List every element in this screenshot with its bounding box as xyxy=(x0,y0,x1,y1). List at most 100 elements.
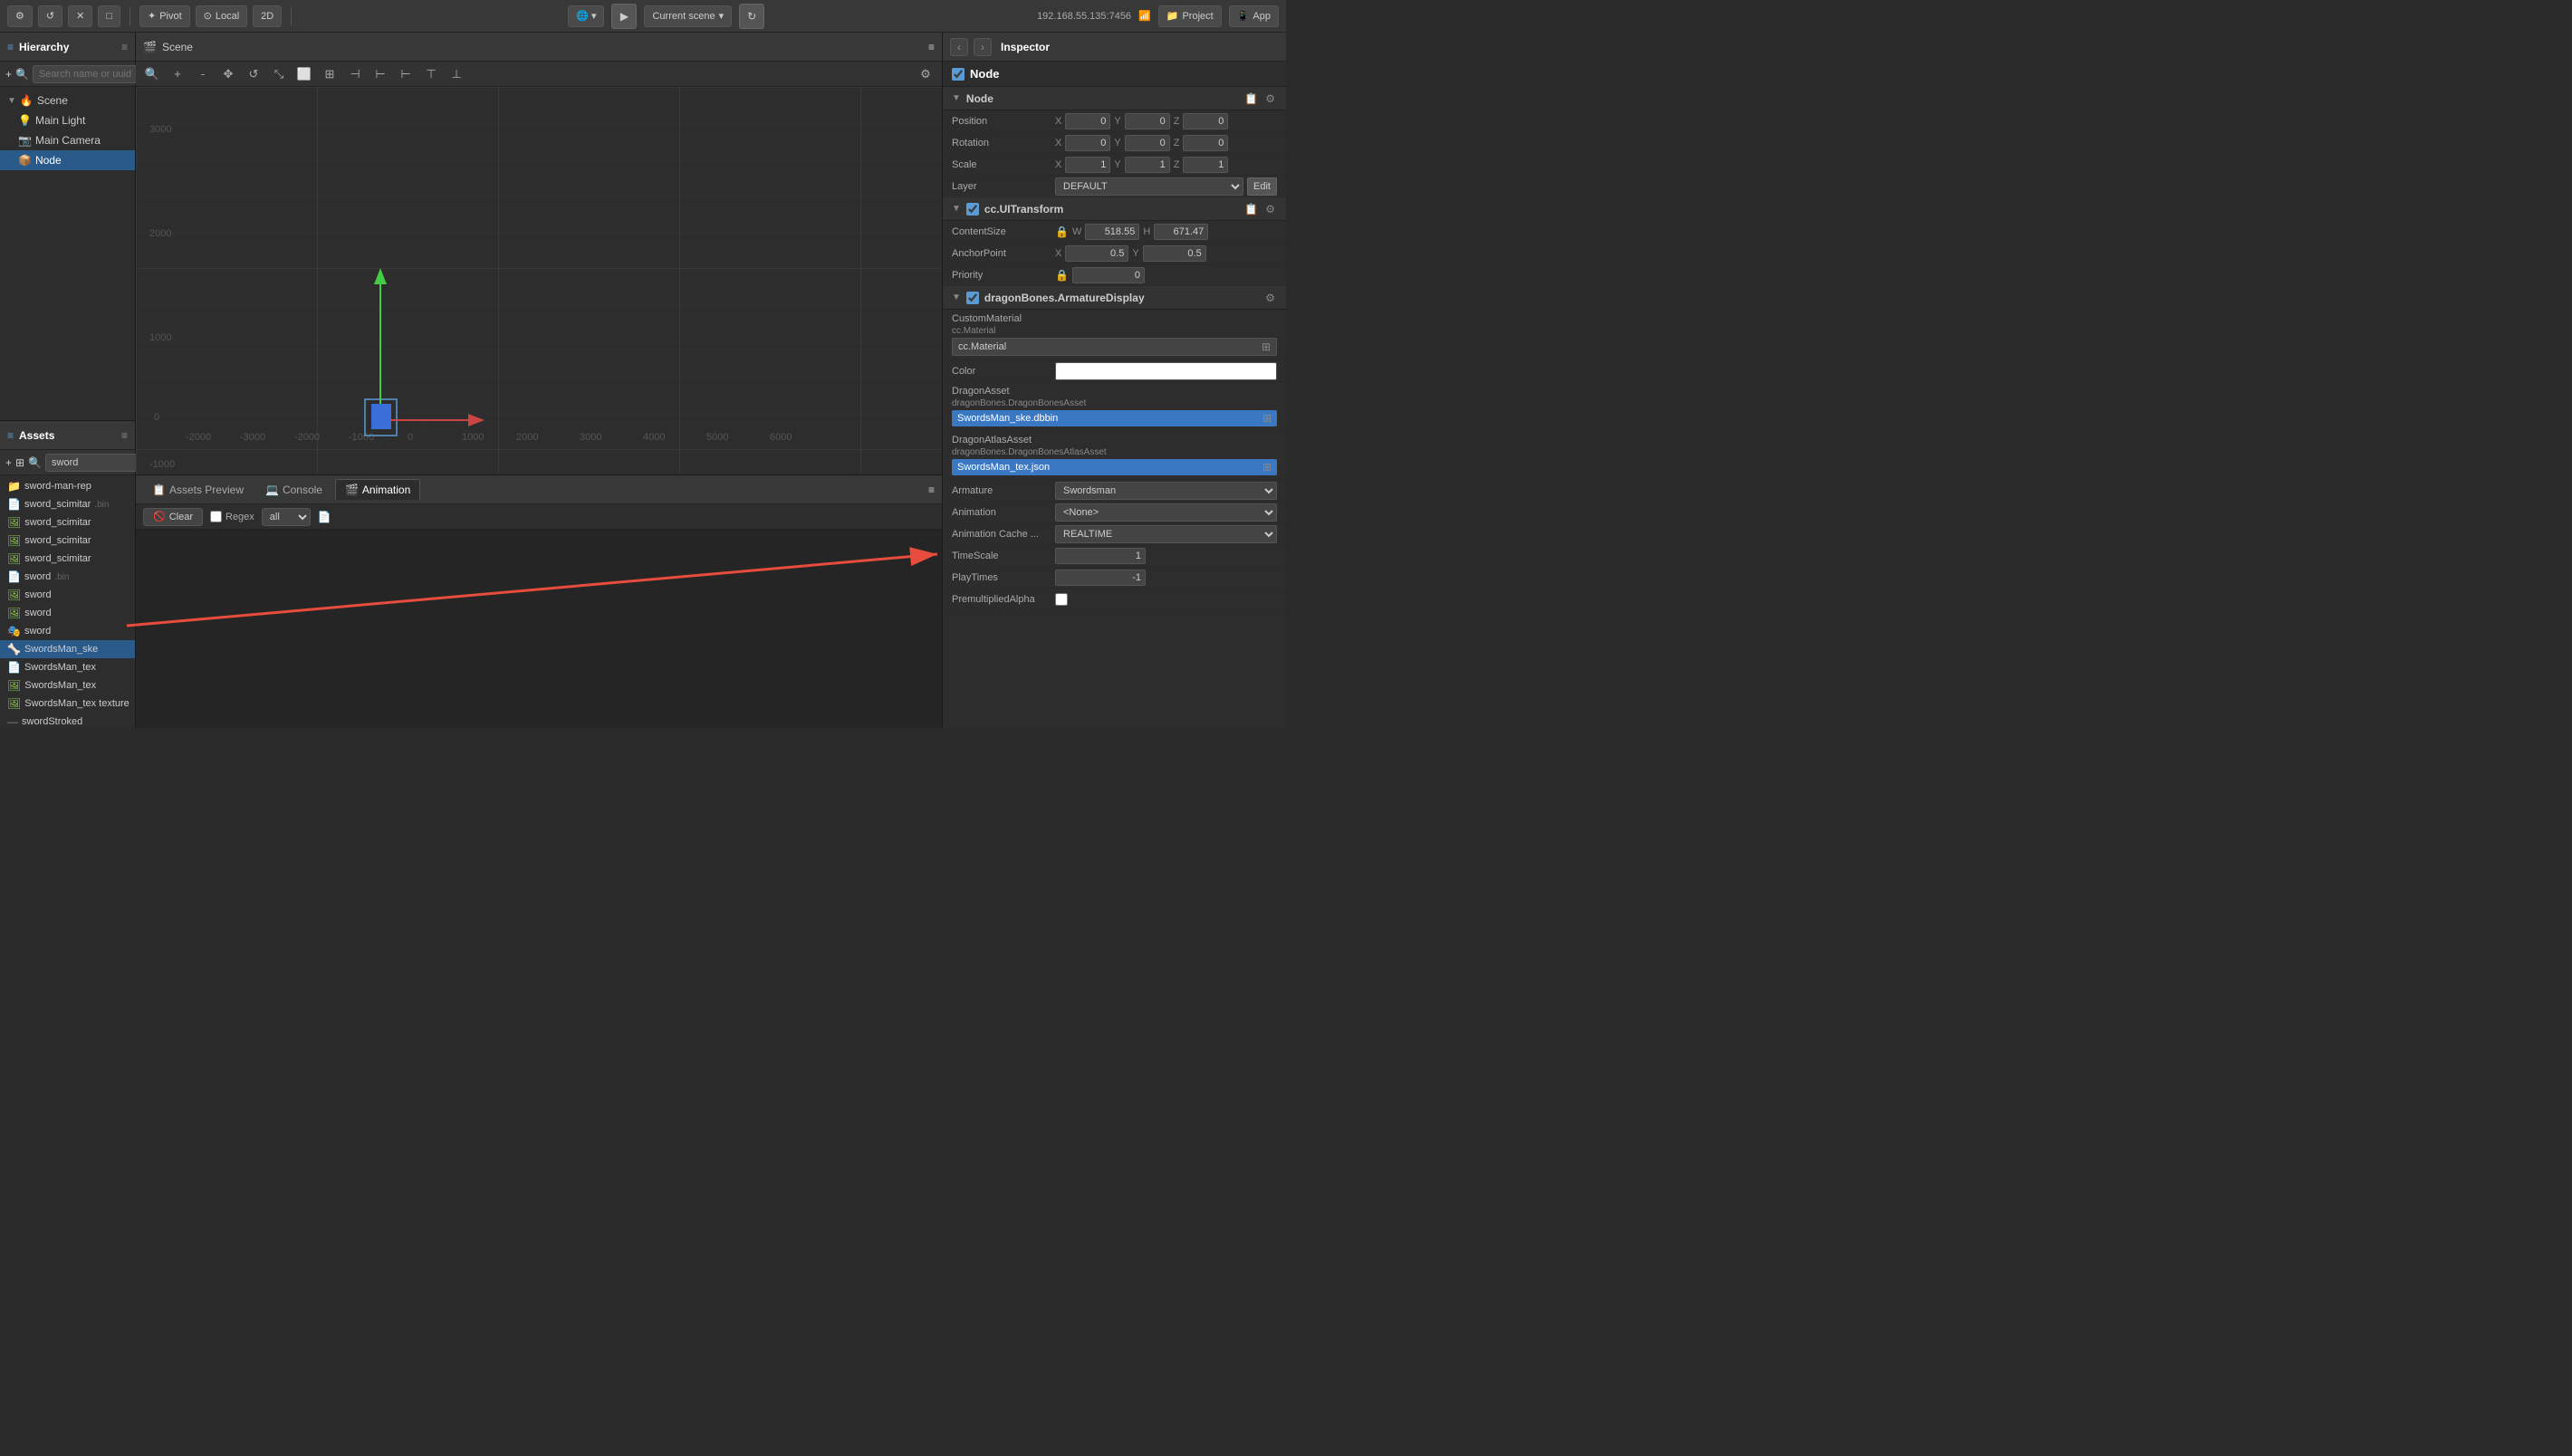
2d-btn[interactable]: 2D xyxy=(253,5,282,27)
custom-material-pick-btn[interactable]: ⊞ xyxy=(1262,340,1271,353)
asset-item-sword-2[interactable]: 🖼 sword xyxy=(0,604,135,622)
scene-selector[interactable]: Current scene ▾ xyxy=(644,5,732,27)
asset-item-swordsman-tex-img[interactable]: 🖼 SwordsMan_tex xyxy=(0,676,135,694)
app-icon-btn[interactable]: ⚙ xyxy=(7,5,33,27)
align-center-btn[interactable]: ⊢ xyxy=(369,63,391,85)
scale-z-input[interactable] xyxy=(1183,157,1228,173)
lock-icon[interactable]: 🔒 xyxy=(1055,225,1069,238)
project-btn[interactable]: 📁 Project xyxy=(1158,5,1222,27)
play-btn[interactable]: ▶ xyxy=(611,4,637,29)
asset-item-sword-scimitar-1[interactable]: 🖼 sword_scimitar xyxy=(0,513,135,532)
dragon-atlas-pick-btn[interactable]: ⊞ xyxy=(1262,461,1272,474)
regex-checkbox[interactable] xyxy=(210,511,222,522)
asset-item-sword-scimitar-2[interactable]: 🖼 sword_scimitar xyxy=(0,532,135,550)
scale-x-input[interactable] xyxy=(1065,157,1110,173)
scale-tool-btn[interactable]: ⤡ xyxy=(268,63,290,85)
time-scale-input[interactable] xyxy=(1055,548,1146,564)
tree-item-scene[interactable]: ▼ 🔥 Scene xyxy=(0,91,135,110)
tab-console[interactable]: 💻 Console xyxy=(256,480,331,500)
dragonbones-settings-icon[interactable]: ⚙ xyxy=(1263,290,1277,306)
rect-tool-btn[interactable]: ⬜ xyxy=(293,63,315,85)
filter-export-btn[interactable]: 📄 xyxy=(318,511,331,523)
tree-item-main-camera[interactable]: 📷 Main Camera xyxy=(0,130,135,150)
local-btn[interactable]: ⊙ Local xyxy=(196,5,248,27)
layer-select[interactable]: DEFAULT xyxy=(1055,177,1243,196)
hierarchy-menu-btn[interactable]: ≡ xyxy=(121,41,128,53)
asset-item-swordstroked[interactable]: — swordStroked xyxy=(0,713,135,728)
node-enabled-checkbox[interactable] xyxy=(952,68,964,81)
node-section-header[interactable]: ▼ Node 📋 ⚙ xyxy=(943,87,1286,110)
snap-btn[interactable]: ⊞ xyxy=(319,63,341,85)
asset-item-sword-scimitar-3[interactable]: 🖼 sword_scimitar xyxy=(0,550,135,568)
refresh-btn[interactable]: ↺ xyxy=(38,5,62,27)
app-btn[interactable]: 📱 App xyxy=(1229,5,1279,27)
asset-item-sword-scimitar-bin[interactable]: 📄 sword_scimitar .bin xyxy=(0,495,135,513)
align-left-btn[interactable]: ⊣ xyxy=(344,63,366,85)
animation-cache-select[interactable]: REALTIME SHARED_CACHE PRIVATE_CACHE xyxy=(1055,525,1277,543)
assets-sort-btn[interactable]: ⊞ xyxy=(15,456,24,469)
asset-item-swordsman-ske[interactable]: 🦴 SwordsMan_ske xyxy=(0,640,135,658)
scale-y-input[interactable] xyxy=(1125,157,1170,173)
tree-item-main-light[interactable]: 💡 Main Light xyxy=(0,110,135,130)
asset-item-swordsman-tex-doc[interactable]: 📄 SwordsMan_tex xyxy=(0,658,135,676)
tree-item-node[interactable]: 📦 Node xyxy=(0,150,135,170)
asset-item-sword-1[interactable]: 🖼 sword xyxy=(0,586,135,604)
height-input[interactable] xyxy=(1154,224,1208,240)
dragon-asset-pick-btn[interactable]: ⊞ xyxy=(1262,412,1272,425)
priority-input[interactable] xyxy=(1072,267,1145,283)
align-top-btn[interactable]: ⊤ xyxy=(420,63,442,85)
scene-viewport[interactable]: 3000 2000 1000 0 -1000 -2000 -3000 -2000… xyxy=(136,87,942,474)
position-z-input[interactable] xyxy=(1183,113,1228,129)
position-y-input[interactable] xyxy=(1125,113,1170,129)
uitransform-settings-icon[interactable]: ⚙ xyxy=(1263,201,1277,217)
rotation-x-input[interactable] xyxy=(1065,135,1110,151)
refresh-scene-btn[interactable]: ↻ xyxy=(739,4,764,29)
uitransform-copy-icon[interactable]: 📋 xyxy=(1243,201,1260,217)
tab-animation[interactable]: 🎬 Animation xyxy=(335,479,420,500)
clear-btn[interactable]: 🚫 Clear xyxy=(143,508,203,526)
layer-edit-btn[interactable]: Edit xyxy=(1247,177,1277,196)
tab-assets-preview[interactable]: 📋 Assets Preview xyxy=(143,480,253,500)
move-tool-btn[interactable]: ✥ xyxy=(217,63,239,85)
premultiplied-alpha-checkbox[interactable] xyxy=(1055,593,1068,606)
asset-item-sword-man-rep[interactable]: 📁 sword-man-rep xyxy=(0,477,135,495)
anchor-x-input[interactable] xyxy=(1065,245,1128,262)
zoom-fit-btn[interactable]: 🔍 xyxy=(141,63,163,85)
node-settings-icon[interactable]: ⚙ xyxy=(1263,91,1277,107)
inspector-back-btn[interactable]: ‹ xyxy=(950,38,968,56)
bottom-panel-menu-btn[interactable]: ≡ xyxy=(928,484,935,496)
maximize-btn[interactable]: □ xyxy=(98,5,120,27)
filter-select[interactable]: all log warn error xyxy=(262,508,311,526)
align-bottom-btn[interactable]: ⊥ xyxy=(446,63,467,85)
rotate-tool-btn[interactable]: ↺ xyxy=(243,63,264,85)
animation-select[interactable]: <None> xyxy=(1055,503,1277,522)
uitransform-enabled-checkbox[interactable] xyxy=(966,203,979,216)
asset-item-swordsman-tex-texture[interactable]: 🖼 SwordsMan_tex texture xyxy=(0,694,135,713)
zoom-in-btn[interactable]: + xyxy=(167,63,188,85)
scene-settings-btn[interactable]: ⚙ xyxy=(915,63,936,85)
assets-add-btn[interactable]: + xyxy=(5,456,12,469)
node-copy-icon[interactable]: 📋 xyxy=(1243,91,1260,107)
scene-menu-btn[interactable]: ≡ xyxy=(928,41,935,53)
rotation-y-input[interactable] xyxy=(1125,135,1170,151)
hierarchy-add-icon[interactable]: + xyxy=(5,68,12,81)
position-x-input[interactable] xyxy=(1065,113,1110,129)
close-btn[interactable]: ✕ xyxy=(68,5,92,27)
color-picker[interactable] xyxy=(1055,362,1277,380)
width-input[interactable] xyxy=(1085,224,1139,240)
inspector-forward-btn[interactable]: › xyxy=(974,38,992,56)
anchor-y-input[interactable] xyxy=(1143,245,1206,262)
assets-menu-btn[interactable]: ≡ xyxy=(121,429,128,442)
zoom-out-btn[interactable]: - xyxy=(192,63,214,85)
priority-lock-icon[interactable]: 🔒 xyxy=(1055,269,1069,282)
dragonbones-section-header[interactable]: ▼ dragonBones.ArmatureDisplay ⚙ xyxy=(943,286,1286,310)
armature-select[interactable]: Swordsman xyxy=(1055,482,1277,500)
dragonbones-enabled-checkbox[interactable] xyxy=(966,292,979,304)
globe-btn[interactable]: 🌐 ▾ xyxy=(568,5,604,27)
asset-item-sword-3[interactable]: 🎭 sword xyxy=(0,622,135,640)
pivot-btn[interactable]: ✦ Pivot xyxy=(139,5,190,27)
regex-toggle[interactable]: Regex xyxy=(210,511,254,522)
asset-item-sword-bin[interactable]: 📄 sword .bin xyxy=(0,568,135,586)
play-times-input[interactable] xyxy=(1055,570,1146,586)
rotation-z-input[interactable] xyxy=(1183,135,1228,151)
